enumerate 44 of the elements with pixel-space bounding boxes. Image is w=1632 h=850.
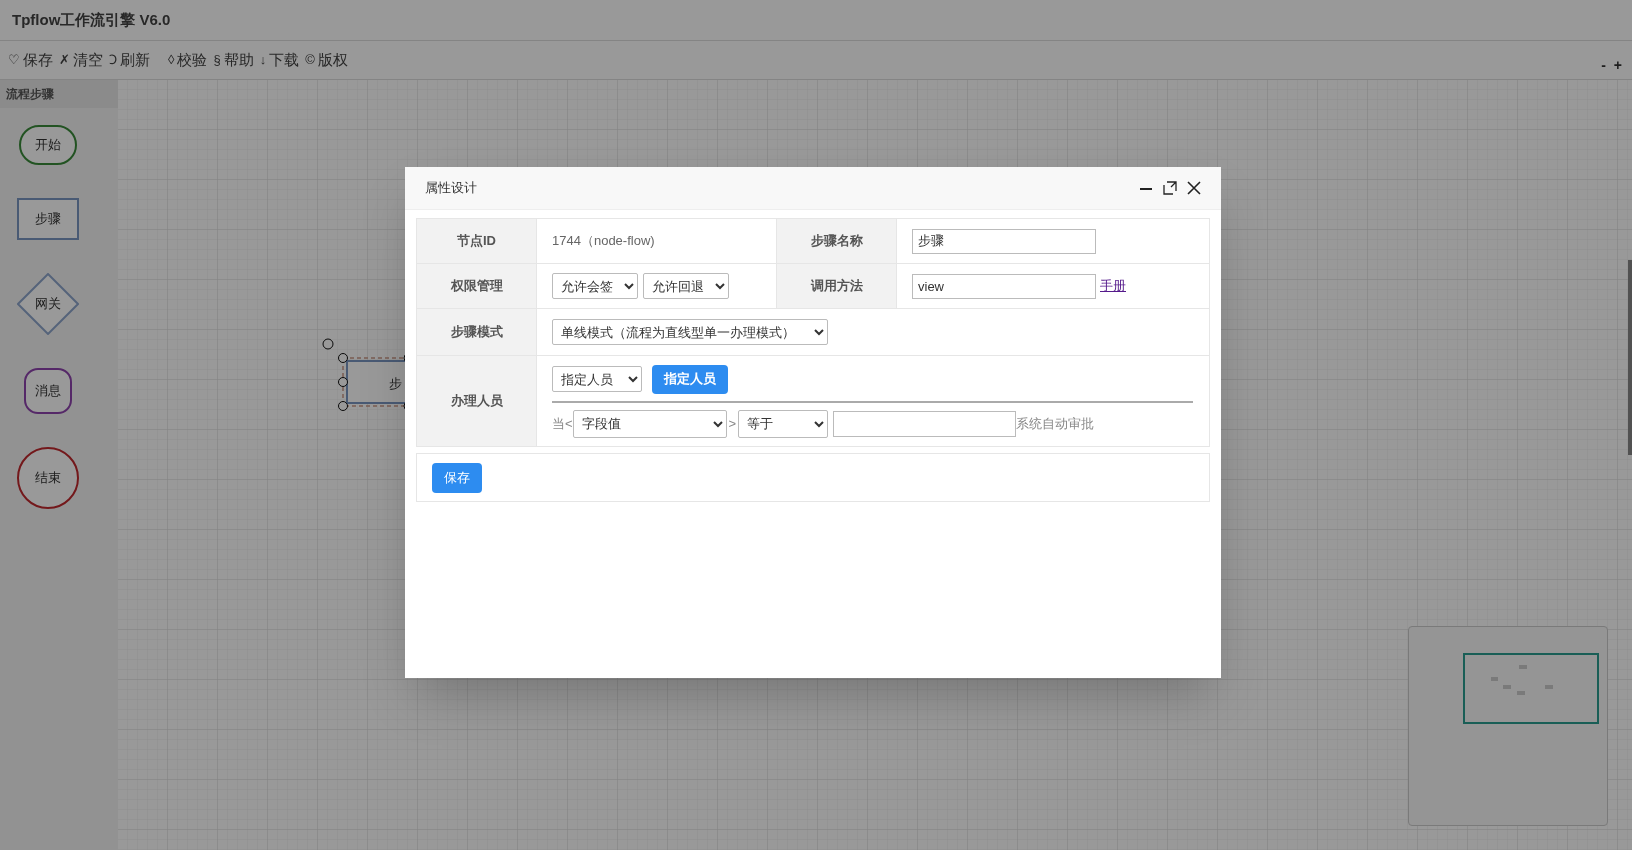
- step-node-tool[interactable]: 步骤: [17, 198, 79, 240]
- field-label: 调用方法: [810, 278, 863, 294]
- condition-prefix: 当<: [552, 414, 573, 433]
- step-mode-dropdown[interactable]: 单线模式（流程为直线型单一办理模式）: [552, 319, 828, 345]
- node-label: 步: [389, 375, 402, 393]
- toolbar-button[interactable]: ↓ 下载: [259, 48, 300, 72]
- call-method-field[interactable]: view: [912, 273, 1096, 299]
- node-id-value: 1744（node-flow): [552, 233, 655, 249]
- end-node-tool[interactable]: 结束: [17, 447, 79, 509]
- close-icon[interactable]: [1187, 181, 1201, 195]
- operator-dropdown[interactable]: 等于: [738, 409, 829, 438]
- condition-value-field[interactable]: [833, 410, 1017, 437]
- permission-dropdown[interactable]: 允许会签: [552, 273, 638, 299]
- palette-title: 流程步骤: [6, 86, 54, 103]
- toolbar-button[interactable]: Ↄ 刷新: [109, 48, 150, 72]
- maximize-icon[interactable]: [1163, 181, 1177, 195]
- assign-person-button[interactable]: 指定人员: [652, 364, 728, 394]
- condition-suffix: 系统自动审批: [1016, 414, 1095, 433]
- scrollbar-thumb[interactable]: [1628, 260, 1632, 455]
- toolbar-button[interactable]: ◊ 校验: [168, 48, 208, 72]
- condition-separator: >: [727, 414, 738, 433]
- toolbar-button[interactable]: ♡ 保存: [8, 48, 53, 72]
- field-dropdown[interactable]: 字段值: [572, 409, 727, 438]
- field-label: 节点ID: [457, 233, 496, 249]
- message-node-tool[interactable]: 消息: [24, 368, 72, 414]
- start-node-tool[interactable]: 开始: [19, 125, 77, 165]
- minimap-viewport[interactable]: [1463, 653, 1599, 724]
- gateway-node-tool[interactable]: 网关: [17, 273, 79, 335]
- toolbar-button[interactable]: © 版权: [305, 48, 348, 72]
- permission-dropdown[interactable]: 允许回退: [643, 273, 729, 299]
- field-label: 步骤名称: [810, 233, 863, 249]
- manual-link[interactable]: 手册: [1100, 276, 1126, 296]
- zoom-button[interactable]: -: [1601, 55, 1606, 76]
- toolbar-button[interactable]: § 帮助: [213, 48, 254, 72]
- handler-type-dropdown[interactable]: 指定人员: [552, 366, 642, 392]
- app-title: Tpflow工作流引擎 V6.0: [12, 9, 171, 30]
- dialog-title: 属性设计: [425, 179, 477, 198]
- field-label: 办理人员: [450, 393, 503, 409]
- toolbar-button[interactable]: ✗ 清空: [59, 48, 103, 72]
- save-button[interactable]: 保存: [432, 462, 482, 493]
- field-label: 权限管理: [450, 278, 503, 294]
- zoom-button[interactable]: +: [1613, 55, 1622, 76]
- field-label: 步骤模式: [450, 324, 503, 340]
- step-name-field[interactable]: 步骤: [912, 228, 1096, 254]
